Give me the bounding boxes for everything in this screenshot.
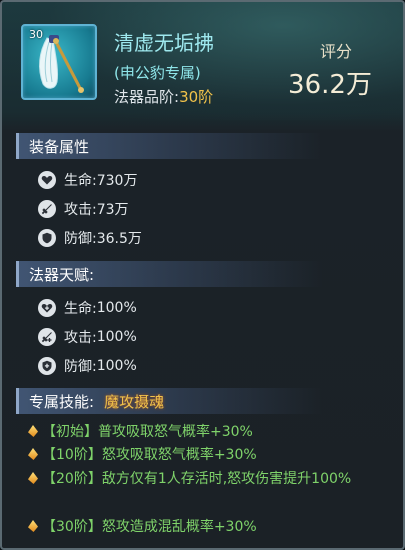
item-name: 清虚无垢拂 [114, 31, 214, 55]
stat-value: 100% [96, 329, 137, 345]
diamond-bullet-icon [28, 448, 38, 460]
item-icon-frame[interactable]: 30 [21, 24, 97, 100]
skill-row: 【30阶】怒攻造成混乱概率+30% [28, 517, 388, 538]
score-value: 36.2万 [288, 70, 372, 100]
section-equip-attrs: 装备属性 [16, 133, 376, 159]
section-title-wrap: 专属技能: 魔攻摄魂 [29, 391, 164, 412]
skill-tier: 【10阶】 [42, 447, 102, 463]
skill-row: 【10阶】怒攻吸取怒气概率+30% [28, 445, 388, 466]
item-grade-value: 30阶 [179, 88, 214, 106]
stat-value: 36.5万 [96, 231, 142, 247]
section-title: 装备属性 [29, 138, 90, 156]
stat-value: 730万 [96, 173, 138, 189]
skill-tier: 【初始】 [42, 424, 98, 440]
stat-value: 100% [96, 300, 137, 316]
whisk-icon [39, 35, 84, 93]
stat-value: 73万 [96, 202, 129, 218]
skill-tier: 【30阶】 [42, 519, 102, 535]
skill-text: 怒攻吸取怒气概率+30% [101, 447, 257, 463]
sword-plus-icon [38, 328, 56, 346]
skill-tier: 【20阶】 [42, 471, 102, 487]
shield-icon [38, 229, 56, 247]
stat-label: 攻击: [64, 330, 97, 346]
skill-text: 怒攻造成混乱概率+30% [101, 519, 257, 535]
skill-row: 【初始】普攻吸取怒气概率+30% [28, 422, 388, 443]
stat-row-hp: 生命: 730万 [38, 169, 137, 191]
talent-row-hp: 生命: 100% [38, 297, 137, 319]
talent-row-defense: 防御: 100% [38, 355, 137, 377]
section-title: 法器天赋: [29, 266, 95, 284]
item-grade-label: 法器品阶: [114, 88, 180, 106]
diamond-bullet-icon [28, 520, 38, 532]
section-skill: 专属技能: 魔攻摄魂 [16, 388, 376, 414]
skill-text: 普攻吸取怒气概率+30% [98, 424, 253, 440]
item-owner: (申公豹专属) [114, 64, 201, 82]
shield-plus-icon [38, 357, 56, 375]
stat-label: 防御: [64, 231, 97, 247]
stat-value: 100% [96, 358, 137, 374]
skill-name: 魔攻摄魂 [104, 393, 165, 411]
heart-plus-icon [38, 299, 56, 317]
sword-icon [38, 200, 56, 218]
stat-label: 防御: [64, 359, 97, 375]
score-label: 评分 [319, 42, 352, 61]
skill-text: 敌方仅有1人存活时,怒攻伤害提升100% [101, 471, 352, 487]
stat-label: 攻击: [64, 202, 97, 218]
heart-icon [38, 171, 56, 189]
stat-row-defense: 防御: 36.5万 [38, 227, 142, 249]
diamond-bullet-icon [28, 472, 38, 484]
section-talent: 法器天赋: [16, 261, 376, 287]
artifact-detail-panel: 30 清虚无垢拂 (申公豹专属) 法器品阶:30阶 评分 36.2万 装备属性 … [0, 0, 405, 550]
item-grade: 法器品阶:30阶 [114, 86, 213, 107]
talent-row-attack: 攻击: 100% [38, 326, 137, 348]
skill-row: 【20阶】敌方仅有1人存活时,怒攻伤害提升100% [28, 469, 388, 490]
stat-row-attack: 攻击: 73万 [38, 198, 129, 220]
diamond-bullet-icon [28, 425, 38, 437]
section-title: 专属技能: [29, 393, 95, 411]
stat-label: 生命: [64, 173, 97, 189]
stat-label: 生命: [64, 301, 97, 317]
